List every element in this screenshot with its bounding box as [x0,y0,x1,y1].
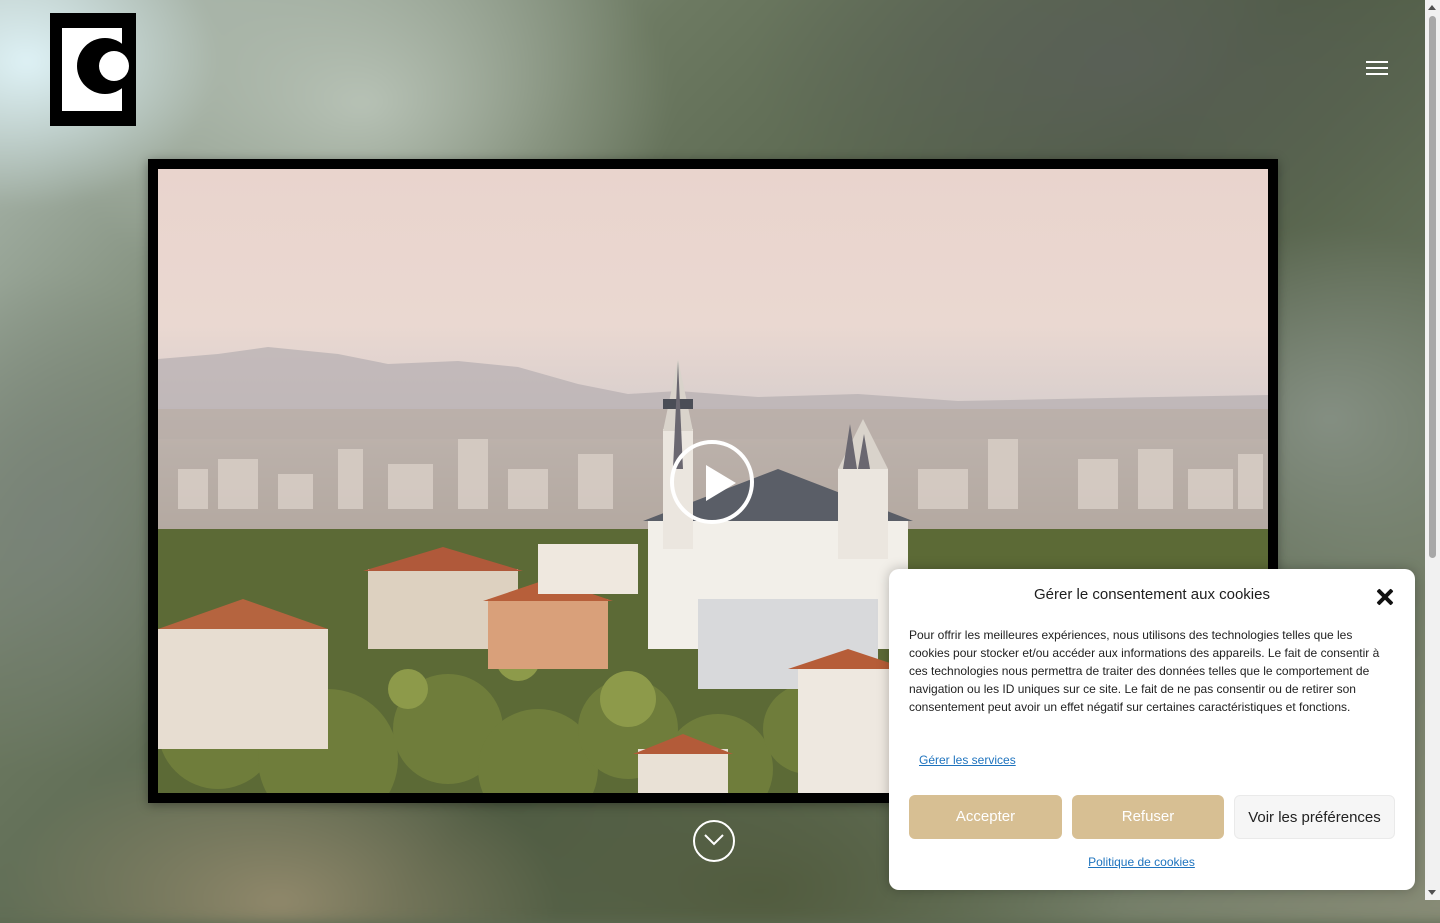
logo-c-mark [77,38,133,94]
play-icon[interactable] [670,440,754,524]
chevron-down-circle-icon[interactable] [693,820,735,862]
cookie-consent-banner: Gérer le consentement aux cookies Pour o… [889,569,1415,890]
cookie-banner-text: Pour offrir les meilleures expériences, … [909,628,1380,714]
page-scrollbar[interactable] [1425,0,1440,900]
view-preferences-button[interactable]: Voir les préférences [1234,795,1395,839]
close-icon[interactable] [1375,587,1395,607]
cookie-banner-title: Gérer le consentement aux cookies [1034,586,1270,603]
scroll-up-arrow-icon[interactable] [1428,5,1436,10]
refuse-button[interactable]: Refuser [1072,795,1224,839]
scrollbar-thumb[interactable] [1429,16,1436,558]
scroll-down-arrow-icon[interactable] [1428,890,1436,895]
cookie-policy-link[interactable]: Politique de cookies [889,855,1394,869]
accept-button[interactable]: Accepter [909,795,1062,839]
manage-services-link[interactable]: Gérer les services [919,753,1016,767]
site-logo[interactable] [50,13,136,126]
hamburger-menu-icon[interactable] [1366,60,1388,76]
